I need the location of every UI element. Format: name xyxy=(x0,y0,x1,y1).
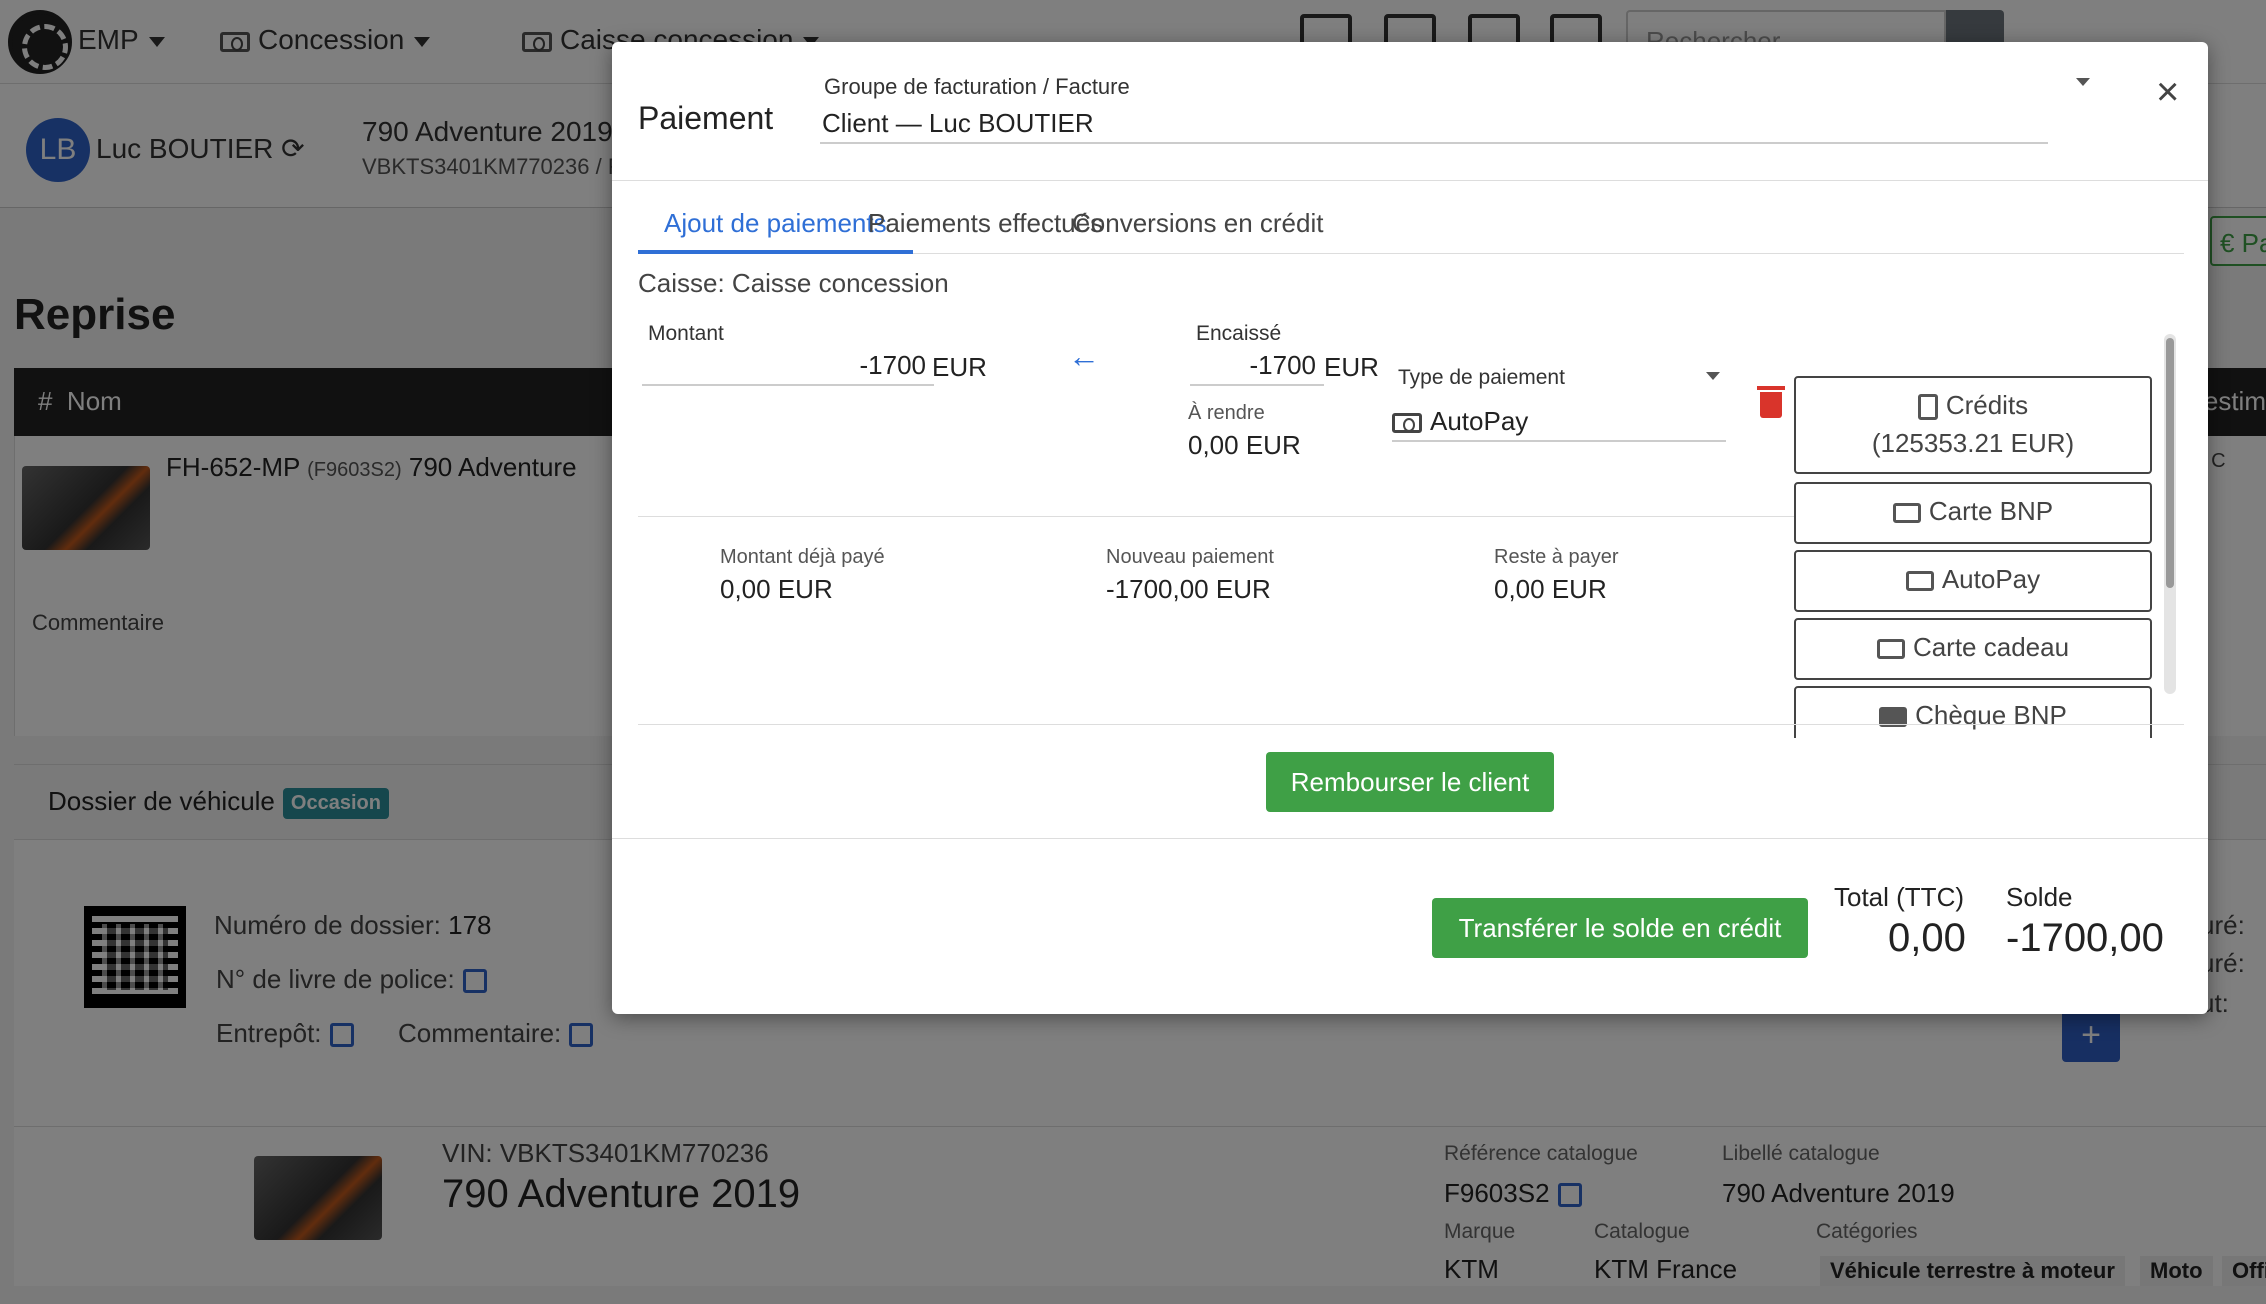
chevron-down-icon[interactable] xyxy=(2076,78,2090,86)
billing-group-select[interactable]: Client — Luc BOUTIER xyxy=(820,102,2048,144)
total-value: 0,00 xyxy=(1888,916,1966,960)
cash-icon xyxy=(1392,413,1422,434)
new-payment-value: -1700,00 EUR xyxy=(1106,574,1271,604)
payment-methods-scrollbar[interactable] xyxy=(2164,334,2176,694)
modal-tabs: Ajout de paiements Paiements effectués C… xyxy=(638,200,2184,254)
cheque-bnp-button[interactable]: Chèque BNP xyxy=(1794,686,2152,738)
arrow-left-icon[interactable]: ← xyxy=(1068,338,1100,375)
transfer-credit-button[interactable]: Transférer le solde en crédit xyxy=(1432,898,1808,958)
balance-label: Solde xyxy=(2006,882,2073,912)
already-paid-value: 0,00 EUR xyxy=(720,574,833,604)
change-value: 0,00 EUR xyxy=(1188,430,1301,460)
credits-amount: (125353.21 EUR) xyxy=(1871,428,2075,458)
credit-card-icon xyxy=(1892,503,1921,524)
payment-type-value: AutoPay xyxy=(1430,406,1529,436)
carte-bnp-button[interactable]: Carte BNP xyxy=(1794,482,2152,544)
modal-title: Paiement xyxy=(638,100,774,136)
already-paid-label: Montant déjà payé xyxy=(720,546,885,568)
receipt-icon xyxy=(1917,394,1938,421)
payment-type-label: Type de paiement xyxy=(1398,366,1565,389)
close-icon[interactable]: × xyxy=(2156,72,2179,112)
payment-type-select[interactable]: AutoPay xyxy=(1392,400,1726,442)
new-payment-label: Nouveau paiement xyxy=(1106,546,1274,568)
balance-value: -1700,00 xyxy=(2006,916,2164,960)
chevron-down-icon[interactable] xyxy=(1706,372,1720,380)
divider xyxy=(638,516,1798,517)
billing-group-label: Groupe de facturation / Facture xyxy=(824,74,1130,99)
refund-client-button[interactable]: Rembourser le client xyxy=(1266,752,1554,812)
received-label: Encaissé xyxy=(1196,322,1282,345)
autopay-button[interactable]: AutoPay xyxy=(1794,550,2152,612)
gift-card-label: Carte cadeau xyxy=(1912,632,2070,662)
credits-label: Crédits xyxy=(1945,390,2029,420)
gift-card-button[interactable]: Carte cadeau xyxy=(1794,618,2152,680)
received-currency: EUR xyxy=(1324,352,1379,382)
remaining-label: Reste à payer xyxy=(1494,546,1619,568)
remaining-value: 0,00 EUR xyxy=(1494,574,1607,604)
amount-input[interactable]: -1700 xyxy=(642,344,934,386)
caisse-label: Caisse: Caisse concession xyxy=(638,268,949,298)
payment-modal: Paiement Groupe de facturation / Facture… xyxy=(612,42,2208,1014)
divider xyxy=(612,838,2208,839)
payment-methods-list: Crédits (125353.21 EUR) Carte BNP AutoPa… xyxy=(1794,332,2160,738)
amount-currency: EUR xyxy=(932,352,987,382)
cash-icon xyxy=(1905,571,1934,592)
divider xyxy=(638,724,2184,725)
change-label: À rendre xyxy=(1188,402,1265,424)
amount-label: Montant xyxy=(648,322,724,345)
credits-button[interactable]: Crédits (125353.21 EUR) xyxy=(1794,376,2152,474)
cheque-bnp-label: Chèque BNP xyxy=(1915,700,2067,730)
received-input[interactable]: -1700 xyxy=(1190,344,1324,386)
divider xyxy=(612,180,2208,181)
gift-icon xyxy=(1876,639,1905,660)
total-label: Total (TTC) xyxy=(1834,882,1964,912)
tab-credit-conversions[interactable]: Conversions en crédit xyxy=(1046,200,1349,254)
autopay-label: AutoPay xyxy=(1941,564,2041,594)
trash-icon[interactable] xyxy=(1757,386,1785,418)
carte-bnp-label: Carte BNP xyxy=(1928,496,2054,526)
